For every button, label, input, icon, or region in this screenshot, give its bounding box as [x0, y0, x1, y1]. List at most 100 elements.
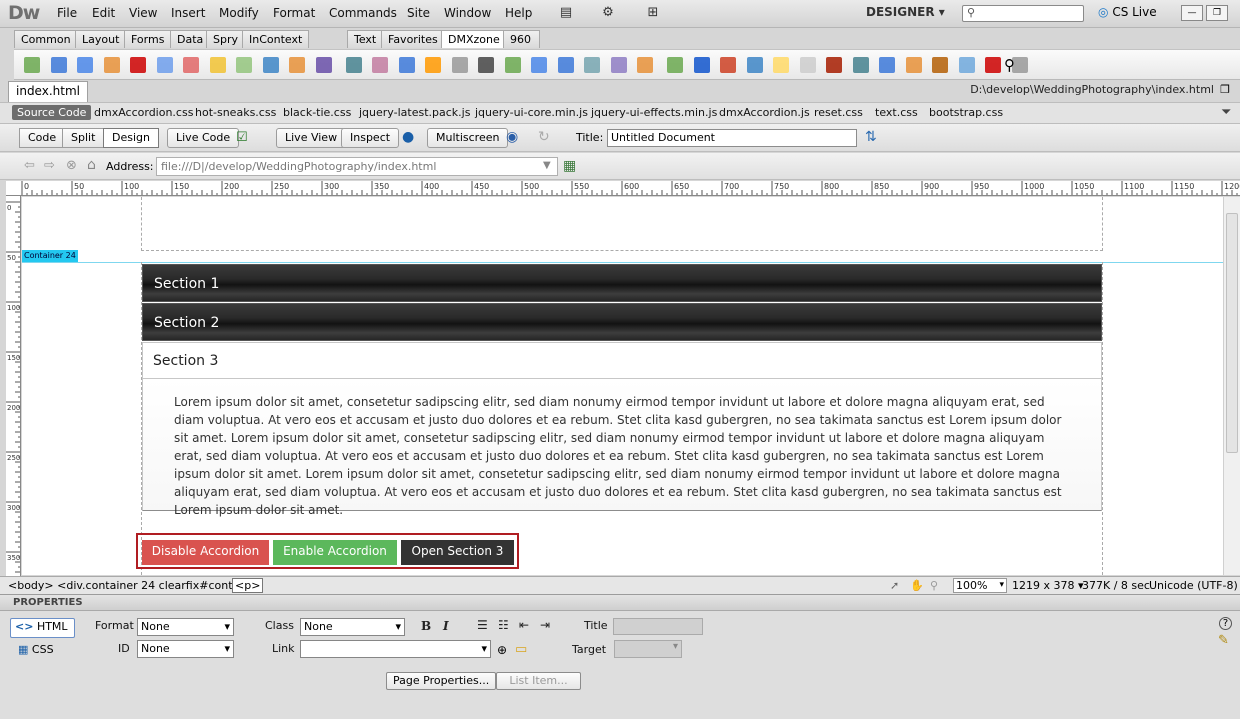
stop-icon[interactable]: ⊗ [66, 158, 77, 173]
browser-preview-icon[interactable]: ● [402, 129, 414, 145]
insert-object-icon[interactable] [637, 57, 653, 73]
related-file[interactable]: text.css [875, 106, 918, 119]
refresh-icon[interactable]: ↻ [538, 129, 550, 145]
insert-object-icon[interactable] [932, 57, 948, 73]
related-file[interactable]: black-tie.css [283, 106, 351, 119]
menu-help[interactable]: Help [505, 6, 532, 20]
format-select[interactable]: None [137, 618, 234, 636]
hand-icon[interactable]: ✋ [910, 578, 924, 594]
tab-forms[interactable]: Forms [124, 30, 172, 48]
check-page-icon[interactable]: ☑ [236, 130, 248, 145]
point-to-file-icon[interactable]: ⊕ [497, 643, 507, 657]
list-item-button[interactable]: List Item... [496, 672, 581, 690]
insert-object-icon[interactable] [262, 57, 279, 73]
italic-icon[interactable]: I [443, 619, 449, 633]
zoom-select[interactable]: 100% ▾ [953, 578, 1007, 593]
window-size[interactable]: 1219 x 378 ▾ [1012, 578, 1084, 594]
address-input[interactable]: file:///D|/develop/WeddingPhotography/in… [156, 157, 558, 176]
accordion-section-2[interactable]: Section 2 [142, 303, 1102, 341]
accordion-section-1[interactable]: Section 1 [142, 264, 1102, 302]
insert-object-icon[interactable] [985, 57, 1001, 73]
related-file[interactable]: hot-sneaks.css [195, 106, 276, 119]
class-select[interactable]: None [300, 618, 405, 636]
insert-object-icon[interactable] [24, 57, 40, 73]
related-file[interactable]: jquery-ui-effects.min.js [591, 106, 717, 119]
insert-object-icon[interactable] [425, 57, 441, 73]
id-select[interactable]: None [137, 640, 234, 658]
tab-layout[interactable]: Layout [75, 30, 127, 48]
multiscreen-button[interactable]: Multiscreen [427, 128, 509, 148]
insert-object-icon[interactable] [50, 57, 67, 73]
insert-object-icon[interactable] [236, 57, 252, 73]
tab-spry[interactable]: Spry [206, 30, 245, 48]
insert-object-icon[interactable] [451, 57, 468, 73]
related-file[interactable]: reset.css [814, 106, 863, 119]
current-tag[interactable]: <p> [232, 578, 264, 593]
pointer-icon[interactable]: ➚ [890, 578, 899, 594]
back-icon[interactable]: ⇦ [24, 158, 35, 173]
cs-live-button[interactable]: ◎ CS Live [1098, 5, 1157, 19]
filter-icon[interactable]: ⏷ [1221, 105, 1231, 120]
document-tab[interactable]: index.html [8, 81, 88, 102]
tab-960-grid[interactable]: 960 Grid [503, 30, 541, 63]
site-map-icon[interactable]: ⊞ [645, 5, 661, 21]
tab-incontext-editing[interactable]: InContext Editing [242, 30, 310, 63]
insert-object-icon[interactable] [531, 57, 547, 73]
properties-header[interactable]: PROPERTIES [0, 594, 1240, 611]
insert-object-icon[interactable] [130, 57, 146, 73]
ordered-list-icon[interactable]: ☷ [498, 618, 509, 632]
tab-favorites[interactable]: Favorites [381, 30, 445, 48]
forward-icon[interactable]: ⇨ [44, 158, 55, 173]
html-mode-button[interactable]: <> HTML [10, 618, 75, 638]
restore-document-icon[interactable]: ❐ [1220, 83, 1230, 96]
visual-aids-icon[interactable]: ◉ [506, 129, 518, 145]
page-properties-button[interactable]: Page Properties... [386, 672, 497, 690]
tab-common[interactable]: Common [14, 30, 78, 48]
workspace-switcher[interactable]: DESIGNER ▾ [866, 5, 945, 19]
insert-object-icon[interactable] [826, 57, 842, 73]
enable-accordion-button[interactable]: Enable Accordion [273, 540, 397, 565]
vertical-scrollbar[interactable] [1223, 197, 1240, 575]
open-section-3-button[interactable]: Open Section 3 [401, 540, 514, 565]
insert-object-icon[interactable] [746, 57, 763, 73]
related-file[interactable]: jquery-latest.pack.js [359, 106, 470, 119]
related-file[interactable]: dmxAccordion.css [94, 106, 193, 119]
tag-selector[interactable]: <body> <div.container 24 clearfix#conten… [8, 578, 260, 594]
restore-button[interactable]: ❐ [1206, 5, 1228, 21]
insert-object-icon[interactable] [852, 57, 869, 73]
outdent-icon[interactable]: ⇤ [519, 618, 529, 632]
link-input[interactable] [300, 640, 491, 658]
insert-object-icon[interactable] [209, 57, 226, 73]
menu-site[interactable]: Site [407, 6, 430, 20]
search-icon[interactable]: ⚲ [1004, 57, 1020, 73]
home-icon[interactable]: ⌂ [87, 157, 96, 173]
bold-icon[interactable]: B [421, 619, 431, 633]
menu-insert[interactable]: Insert [171, 6, 205, 20]
tab-data[interactable]: Data [170, 30, 211, 48]
live-view-options-icon[interactable]: ▦ [563, 158, 576, 174]
layout-icon[interactable]: ▤ [558, 5, 574, 21]
menu-edit[interactable]: Edit [92, 6, 115, 20]
insert-object-icon[interactable] [905, 57, 922, 73]
chevron-down-icon[interactable]: ▼ [543, 160, 551, 171]
menu-file[interactable]: File [57, 6, 77, 20]
insert-object-icon[interactable] [372, 57, 388, 73]
help-icon[interactable]: ? [1219, 617, 1232, 630]
insert-object-icon[interactable] [183, 57, 199, 73]
inspect-button[interactable]: Inspect [341, 128, 400, 148]
source-code-tab[interactable]: Source Code [12, 105, 92, 120]
insert-object-icon[interactable] [77, 57, 93, 73]
file-management-icon[interactable]: ⇅ [865, 129, 877, 145]
insert-object-icon[interactable] [398, 57, 415, 73]
tab-text[interactable]: Text [347, 30, 384, 48]
insert-object-icon[interactable] [315, 57, 332, 73]
design-view-button[interactable]: Design [103, 128, 159, 148]
insert-object-icon[interactable] [478, 57, 494, 73]
related-file[interactable]: dmxAccordion.js [719, 106, 810, 119]
insert-object-icon[interactable] [584, 57, 600, 73]
help-search-input[interactable]: ⚲ [962, 5, 1084, 22]
insert-object-icon[interactable] [289, 57, 305, 73]
zoom-icon[interactable]: ⚲ [930, 578, 938, 594]
scrollbar-thumb[interactable] [1226, 213, 1238, 453]
insert-object-icon[interactable] [610, 57, 627, 73]
